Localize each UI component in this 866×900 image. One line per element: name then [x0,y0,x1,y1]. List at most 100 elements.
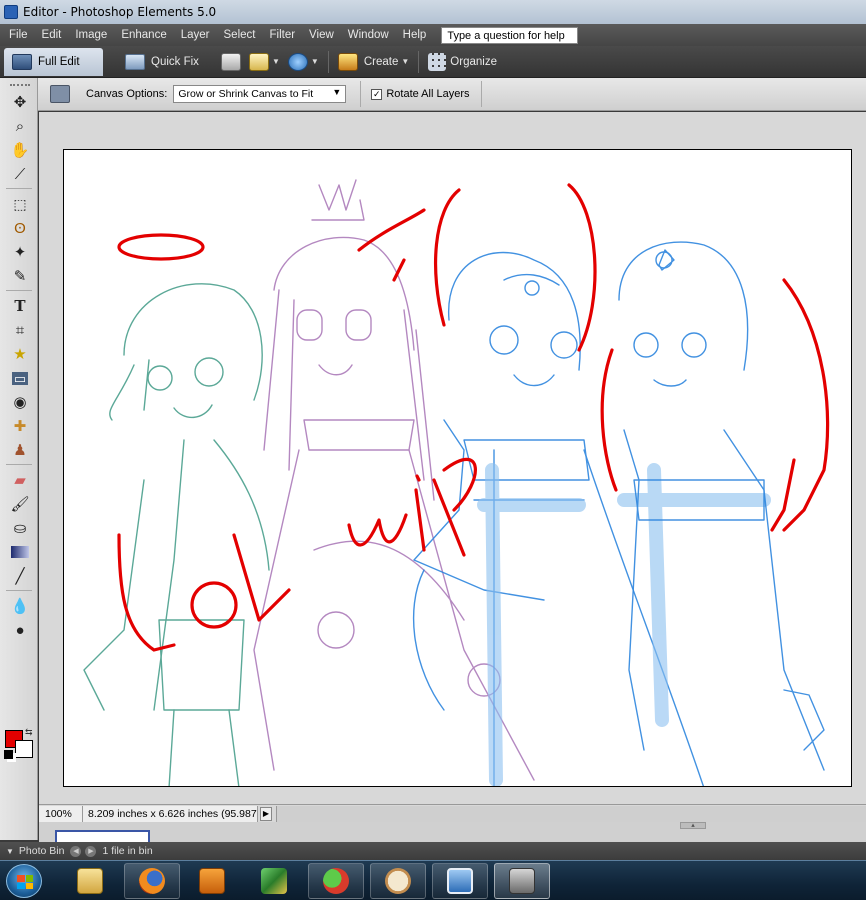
menu-image[interactable]: Image [68,29,114,41]
organize-grid-icon [428,52,447,71]
menu-file[interactable]: File [2,29,35,41]
straighten-tool-icon[interactable]: ▭ [9,368,31,388]
order-prints-button[interactable]: ▼ [245,49,284,75]
tool-divider [6,290,32,291]
blue-dress-stripes [477,463,771,786]
magic-wand-tool-icon[interactable]: ✦ [9,242,31,262]
canvas-options-select[interactable]: Grow or Shrink Canvas to Fit ▼ [173,85,347,103]
photoshop-elements-editor: Editor - Photoshop Elements 5.0 File Edi… [0,0,866,900]
start-button[interactable] [6,864,42,898]
red-eye-tool-icon[interactable]: ◉ [9,392,31,412]
full-edit-tab[interactable]: Full Edit [4,47,103,76]
zoom-tool-icon[interactable]: ⌕ [9,116,31,136]
printer-icon [221,52,241,71]
bin-thumbnail[interactable] [55,830,150,842]
rotate-all-layers-checkbox[interactable]: ✓ [371,88,383,100]
taskbar-photo-viewer[interactable] [432,863,488,899]
menu-enhance[interactable]: Enhance [114,29,173,41]
toolbox-grip[interactable] [10,84,30,87]
hand-tool-icon[interactable]: ✋ [9,140,31,160]
document-info: 8.209 inches x 6.626 inches (95.987 ... [83,805,258,822]
cookie-cutter-tool-icon[interactable]: ★ [9,344,31,364]
help-search-input[interactable]: Type a question for help [441,26,579,44]
lasso-tool-icon[interactable]: ʘ [9,218,31,238]
chevron-right-icon[interactable]: ▶ [260,806,272,821]
previous-arrow-icon[interactable]: ◀ [70,845,82,857]
zoom-level[interactable]: 100% [39,805,83,822]
quick-fix-icon [125,53,145,70]
toolbar-divider [418,50,420,73]
eyedropper-tool-icon[interactable]: ⟋ [9,164,31,184]
menu-bar: File Edit Image Enhance Layer Select Fil… [0,24,866,46]
app-icon [4,5,18,19]
active-tool-icon[interactable] [50,85,70,103]
crop-tool-icon[interactable]: ⌗ [9,320,31,340]
photo-viewer-icon [447,868,473,894]
photo-bin-count: 1 file in bin [102,845,153,857]
taskbar-firefox[interactable] [124,863,180,899]
toolbar-divider [327,50,329,73]
tool-divider [6,188,32,189]
taskbar-camera-app[interactable] [494,863,550,899]
swap-colors-icon[interactable]: ⇆ [25,727,33,738]
organize-button[interactable]: Organize [424,49,501,75]
create-button[interactable]: Create ▼ [334,49,413,75]
blur-tool-icon[interactable]: 💧 [9,596,31,616]
windows-taskbar [0,860,866,900]
red-handwriting [117,457,477,652]
type-tool-icon[interactable]: T [9,296,31,316]
marquee-tool-icon[interactable]: ⬚ [9,194,31,214]
messenger-icon [323,868,349,894]
line-tool-icon[interactable]: ╱ [9,566,31,586]
window-title: Editor - Photoshop Elements 5.0 [23,5,217,19]
taskbar-explorer[interactable] [62,863,118,899]
canvas-options-value: Grow or Shrink Canvas to Fit [178,88,314,100]
collapse-triangle-icon[interactable]: ▼ [6,847,14,856]
clone-stamp-tool-icon[interactable]: ♟ [9,440,31,460]
print-button[interactable] [217,49,245,75]
menu-filter[interactable]: Filter [262,29,302,41]
chevron-down-icon: ▼ [272,57,280,66]
menu-layer[interactable]: Layer [174,29,217,41]
status-bar: 100% 8.209 inches x 6.626 inches (95.987… [39,804,866,822]
panel-resize-handle[interactable]: ▴ [680,822,706,829]
document-workspace [39,112,866,804]
menu-help[interactable]: Help [396,29,434,41]
menu-select[interactable]: Select [217,29,263,41]
selection-brush-tool-icon[interactable]: ✎ [9,266,31,286]
share-button[interactable]: ▼ [284,49,323,75]
menu-view[interactable]: View [302,29,341,41]
folder-icon [77,868,103,894]
teal-character-sketch [83,283,270,786]
options-divider [360,81,362,107]
taskbar-photoshop-elements[interactable] [370,863,426,899]
image-canvas[interactable] [63,149,852,787]
menu-edit[interactable]: Edit [35,29,69,41]
next-arrow-icon[interactable]: ▶ [85,845,97,857]
healing-brush-tool-icon[interactable]: ✚ [9,416,31,436]
create-star-icon [337,52,358,71]
full-edit-icon [12,53,32,70]
gradient-tool-icon[interactable] [9,542,31,562]
title-bar: Editor - Photoshop Elements 5.0 [0,0,866,24]
menu-window[interactable]: Window [341,29,396,41]
default-colors-icon[interactable] [4,750,13,759]
taskbar-paint-program[interactable] [246,863,302,899]
tool-options-bar: Canvas Options: Grow or Shrink Canvas to… [0,78,866,111]
brush-tool-icon[interactable]: 🖌 [9,494,31,514]
quick-fix-tab[interactable]: Quick Fix [117,48,217,76]
taskbar-media-player[interactable] [184,863,240,899]
sponge-tool-icon[interactable]: ● [9,620,31,640]
background-color-swatch[interactable] [15,740,33,758]
photo-bin-bar: ▼ Photo Bin ◀ ▶ 1 file in bin [0,842,866,860]
full-edit-label: Full Edit [38,55,80,68]
organize-label: Organize [450,55,497,68]
taskbar-messenger[interactable] [308,863,364,899]
move-tool-icon[interactable]: ✥ [9,92,31,112]
sketch-artwork [83,179,830,786]
photo-bin-label[interactable]: Photo Bin [19,845,65,857]
eraser-tool-icon[interactable]: ▰ [9,470,31,490]
paint-bucket-tool-icon[interactable]: ⛀ [9,518,31,538]
tool-divider [6,590,32,591]
horizontal-scrollbar[interactable] [276,805,866,822]
